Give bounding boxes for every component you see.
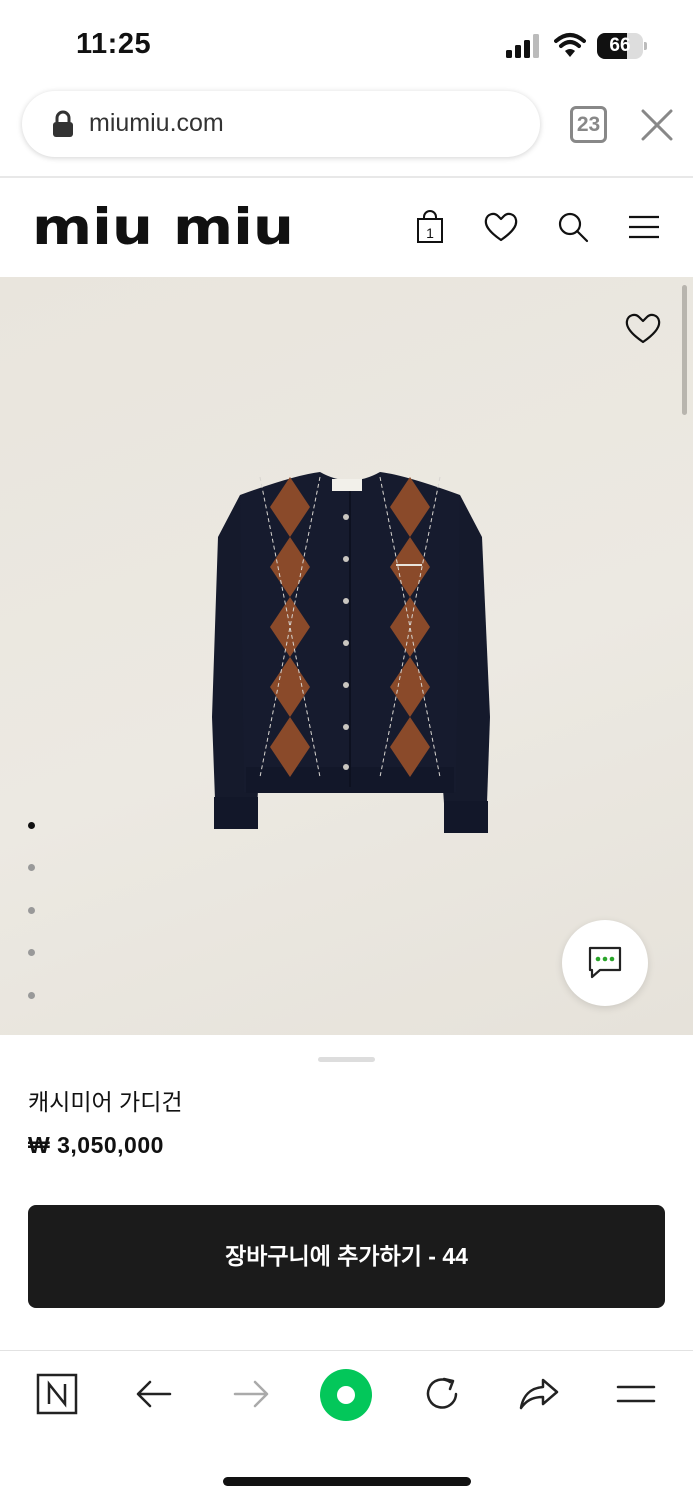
battery-icon: 66 [597, 33, 647, 59]
pagination-dot[interactable] [28, 864, 35, 871]
cart-count: 1 [426, 225, 434, 241]
product-image-gallery[interactable] [0, 277, 693, 1035]
site-header: miu miu 1 [0, 178, 693, 277]
status-bar: 11:25 66 [0, 0, 693, 90]
product-name: 캐시미어 가디건 [28, 1089, 183, 1115]
lock-icon [53, 110, 73, 137]
chat-button[interactable] [562, 920, 648, 1006]
wishlist-heart-icon[interactable] [625, 311, 661, 345]
scrollbar[interactable] [682, 285, 687, 415]
url-bar[interactable]: miumiu.com [22, 91, 540, 157]
add-to-cart-button[interactable]: 장바구니에 추가하기 - 44 [28, 1205, 665, 1308]
share-icon[interactable] [517, 1372, 561, 1416]
hamburger-menu-icon[interactable] [627, 210, 661, 244]
shopping-bag-icon[interactable]: 1 [413, 210, 447, 244]
product-price: ₩ 3,050,000 [28, 1132, 164, 1158]
pagination-dot[interactable] [28, 822, 35, 829]
home-icon[interactable] [318, 1367, 374, 1423]
back-icon[interactable] [132, 1372, 176, 1416]
naver-icon[interactable] [35, 1372, 79, 1416]
divider [0, 1350, 693, 1351]
signal-icon [506, 34, 539, 58]
heart-icon[interactable] [484, 210, 518, 244]
pagination-dot[interactable] [28, 992, 35, 999]
chat-icon [588, 946, 622, 979]
forward-icon[interactable] [229, 1372, 273, 1416]
battery-level: 66 [609, 35, 631, 56]
sheet-handle[interactable] [318, 1057, 375, 1062]
reload-icon[interactable] [420, 1372, 464, 1416]
close-icon[interactable] [640, 108, 674, 142]
pagination-dot[interactable] [28, 907, 35, 914]
wifi-icon [554, 33, 586, 57]
home-indicator [223, 1477, 471, 1486]
search-icon[interactable] [556, 210, 590, 244]
miu-miu-logo[interactable]: miu miu [30, 204, 296, 248]
product-image [212, 472, 490, 833]
pagination-dot[interactable] [28, 949, 35, 956]
menu-icon[interactable] [614, 1372, 658, 1416]
brand-text: miu miu [32, 204, 294, 248]
tab-count-button[interactable]: 23 [570, 106, 607, 143]
url-text[interactable]: miumiu.com [89, 109, 224, 138]
status-time: 11:25 [76, 28, 152, 60]
